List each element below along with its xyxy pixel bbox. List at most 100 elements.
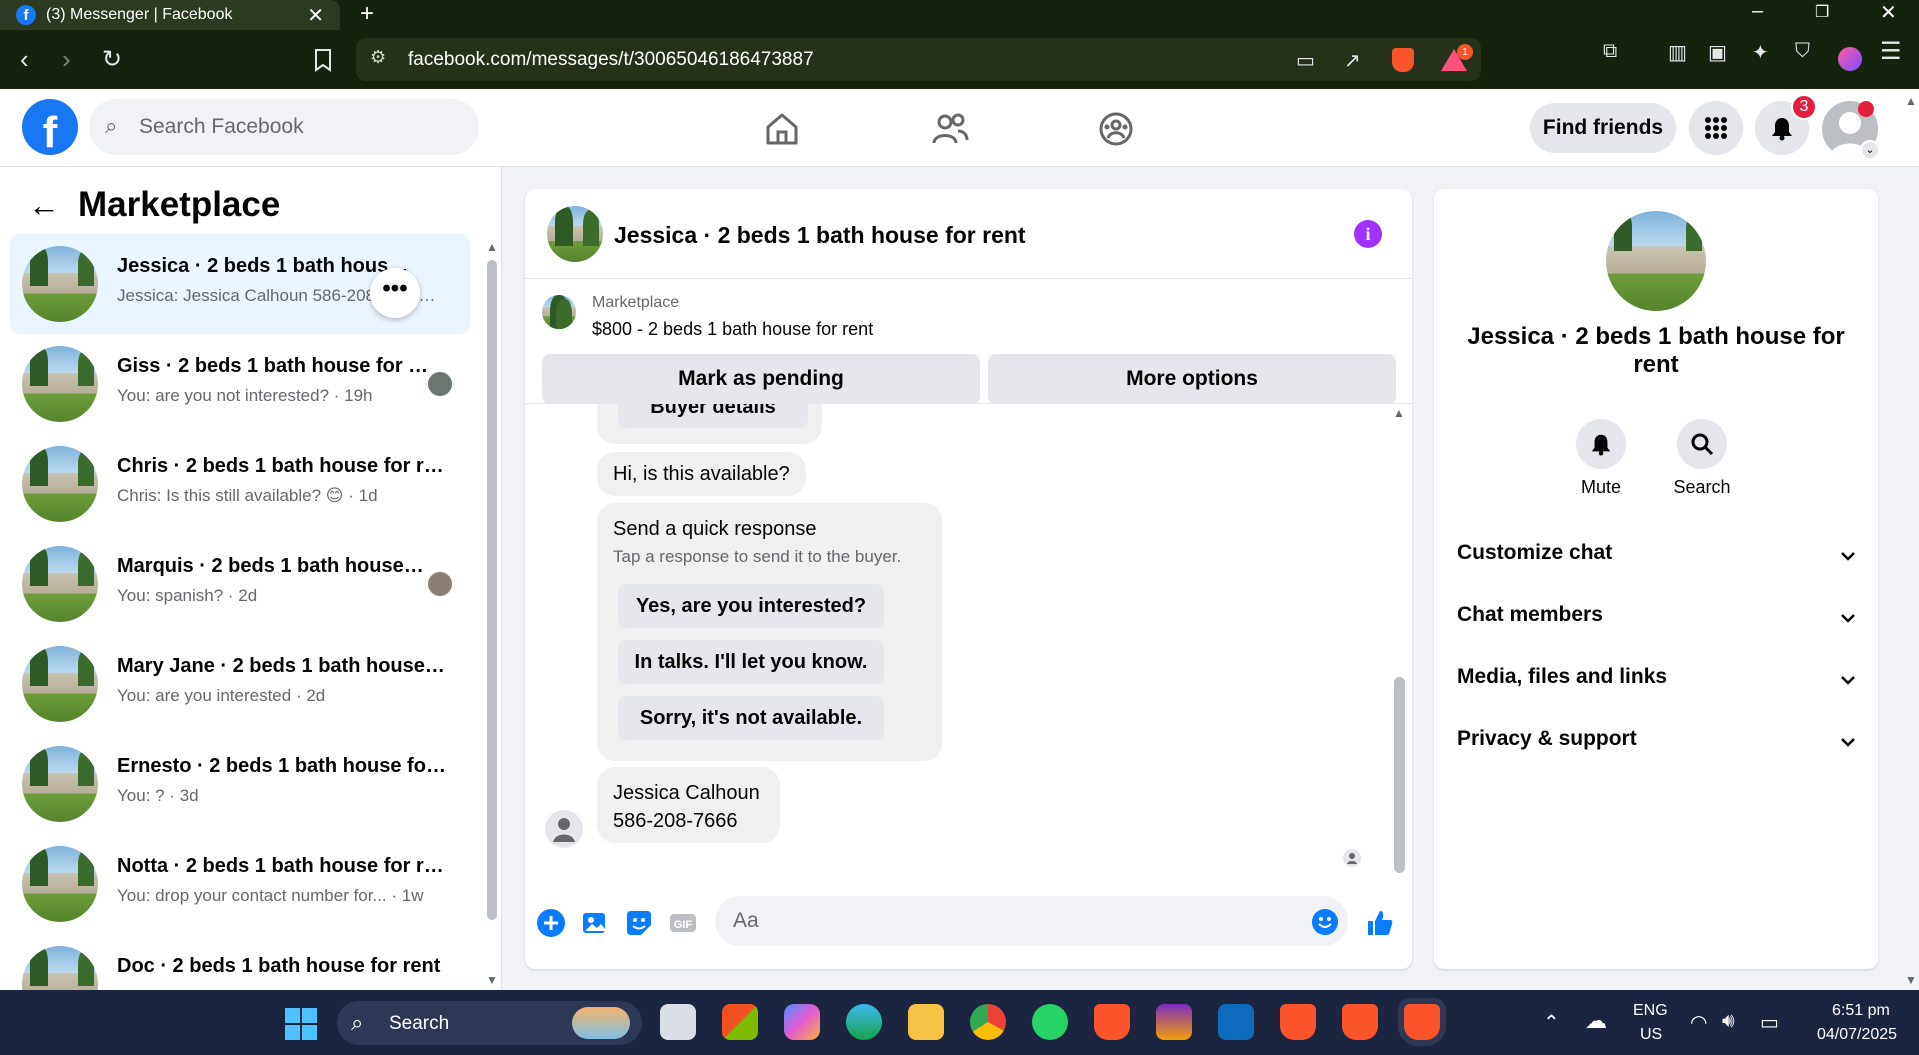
find-friends-button[interactable]: Find friends [1530,103,1676,153]
conversation-preview: You: are you interested · 2d [117,686,326,705]
like-icon[interactable] [1364,907,1396,939]
task-view-icon[interactable] [660,1004,696,1040]
brave-shields-icon[interactable] [1392,48,1414,72]
mark-as-pending-button[interactable]: Mark as pending [542,354,980,404]
conversation-item[interactable]: Doc · 2 beds 1 bath house for rent [10,934,470,990]
page-scroll-up-icon[interactable]: ▲ [1905,94,1917,108]
bookmark-icon[interactable] [313,48,333,72]
emoji-icon[interactable] [1312,909,1338,935]
facebook-logo-icon[interactable]: f [22,99,78,155]
site-settings-icon[interactable]: ⚙ [370,47,386,68]
search-icon: ⌕ [351,1010,364,1035]
groups-icon[interactable] [1094,107,1138,151]
clock-time[interactable]: 6:51 pm [1832,1002,1890,1020]
windows-start-icon[interactable] [285,1008,317,1040]
minimize-icon[interactable]: – [1752,0,1763,23]
sender-avatar-icon [545,810,583,848]
scroll-up-arrow-icon[interactable]: ▲ [1393,406,1405,420]
conversation-options-button[interactable]: ••• [370,268,420,318]
reload-icon[interactable]: ↻ [102,45,122,74]
language-indicator[interactable]: ENG [1633,1002,1668,1020]
share-icon[interactable]: ↗ [1344,48,1361,73]
mute-button[interactable]: Mute [1556,419,1646,498]
window-close-icon[interactable]: ✕ [1880,0,1897,25]
onedrive-icon[interactable]: ☁ [1585,1008,1607,1034]
buyer-details-button[interactable]: Buyer details [618,404,808,428]
quick-response-option[interactable]: Sorry, it's not available. [618,696,884,740]
chat-members-section[interactable]: Chat members [1457,603,1857,647]
conversation-item[interactable]: Marquis · 2 beds 1 bath house for rent Y… [10,534,470,634]
sticker-icon[interactable] [623,907,655,939]
copilot-icon[interactable] [784,1004,820,1040]
forward-icon[interactable]: › [62,44,71,75]
conversation-item[interactable]: Notta · 2 beds 1 bath house for rent You… [10,834,470,934]
chat-details-avatar[interactable] [1606,211,1706,311]
photo-icon[interactable] [579,907,611,939]
brave-icon[interactable] [1094,1004,1130,1040]
friends-icon[interactable] [928,107,972,151]
volume-icon[interactable]: 🔊︎ [1722,1010,1735,1033]
search-conversation-button[interactable]: Search [1657,419,1747,498]
game-app-icon[interactable] [1156,1004,1192,1040]
customize-chat-section[interactable]: Customize chat [1457,541,1857,585]
taskbar-search[interactable]: ⌕ Search [337,1001,642,1045]
restore-icon[interactable]: ❐ [1815,2,1829,22]
battery-icon[interactable]: ▭ [1760,1010,1779,1035]
chat-avatar[interactable] [547,206,603,262]
facebook-search[interactable]: ⌕ [89,99,479,155]
back-icon[interactable]: ‹ [20,44,29,75]
more-options-button[interactable]: More options [988,354,1396,404]
profile-icon[interactable] [1838,47,1862,71]
conversation-item[interactable]: Giss · 2 beds 1 bath house for rent You:… [10,334,470,434]
page-scroll-down-icon[interactable]: ▼ [1905,973,1917,987]
brave-active-icon[interactable] [1404,1004,1440,1040]
message-input[interactable] [715,896,1348,946]
conversation-item[interactable]: Ernesto · 2 beds 1 bath house for rent Y… [10,734,470,834]
media-files-section[interactable]: Media, files and links [1457,665,1857,709]
outlook-icon[interactable] [1218,1004,1254,1040]
show-hidden-icons-icon[interactable]: ⌃ [1543,1010,1560,1035]
file-explorer-icon[interactable] [908,1004,944,1040]
gif-icon[interactable]: GIF [667,907,699,939]
address-bar[interactable]: ⚙ facebook.com/messages/t/30065046186473… [356,38,1481,81]
chat-scrollbar[interactable] [1394,677,1405,873]
microsoft-store-icon[interactable] [722,1004,758,1040]
clock-date[interactable]: 04/07/2025 [1817,1026,1897,1044]
quick-response-option[interactable]: Yes, are you interested? [618,584,884,628]
scroll-down-arrow-icon[interactable]: ▼ [486,973,498,987]
new-tab-icon[interactable]: + [360,0,374,28]
conversation-item[interactable]: Chris · 2 beds 1 bath house for rent Chr… [10,434,470,534]
chevron-down-icon[interactable]: ⌄ [1860,140,1880,160]
privacy-support-section[interactable]: Privacy & support [1457,727,1857,771]
menu-icon[interactable]: ☰ [1880,37,1902,66]
whatsapp-icon[interactable] [1032,1004,1068,1040]
wifi-icon[interactable]: ◠ [1690,1010,1707,1035]
conversation-item[interactable]: Mary Jane · 2 beds 1 bath house for rent… [10,634,470,734]
chrome-icon[interactable] [970,1004,1006,1040]
listing-thumbnail[interactable] [542,295,576,329]
contact-phone[interactable]: 586-208-7666 [613,807,764,835]
menu-grid-button[interactable] [1689,101,1743,155]
wallet-icon[interactable]: ▣ [1708,40,1727,65]
reader-mode-icon[interactable]: ⧉ [1603,40,1617,63]
url-text[interactable]: facebook.com/messages/t/3006504618647388… [408,49,814,71]
sidebar-scrollbar[interactable] [487,260,497,920]
chat-title[interactable]: Jessica · 2 beds 1 bath house for rent [614,222,1026,249]
quick-response-option[interactable]: In talks. I'll let you know. [618,640,884,684]
info-icon[interactable]: i [1354,220,1382,248]
plus-icon[interactable] [535,907,567,939]
brave-profile-icon[interactable] [1280,1004,1316,1040]
search-input[interactable] [139,99,459,155]
close-tab-icon[interactable]: ✕ [307,3,324,28]
sidebar-toggle-icon[interactable]: ▥ [1668,40,1687,65]
edge-icon[interactable] [846,1004,882,1040]
brave-profile-icon[interactable] [1342,1004,1378,1040]
scroll-up-arrow-icon[interactable]: ▲ [486,240,498,254]
home-icon[interactable] [760,107,804,151]
back-arrow-icon[interactable]: ← [28,187,60,224]
leo-ai-icon[interactable]: ✦ [1752,40,1769,65]
browser-tab[interactable]: f (3) Messenger | Facebook ✕ [0,0,340,30]
listing-price[interactable]: $800 - 2 beds 1 bath house for rent [592,319,873,340]
vpn-icon[interactable]: ⛉ [1795,40,1810,63]
cast-icon[interactable]: ▭ [1296,48,1315,73]
